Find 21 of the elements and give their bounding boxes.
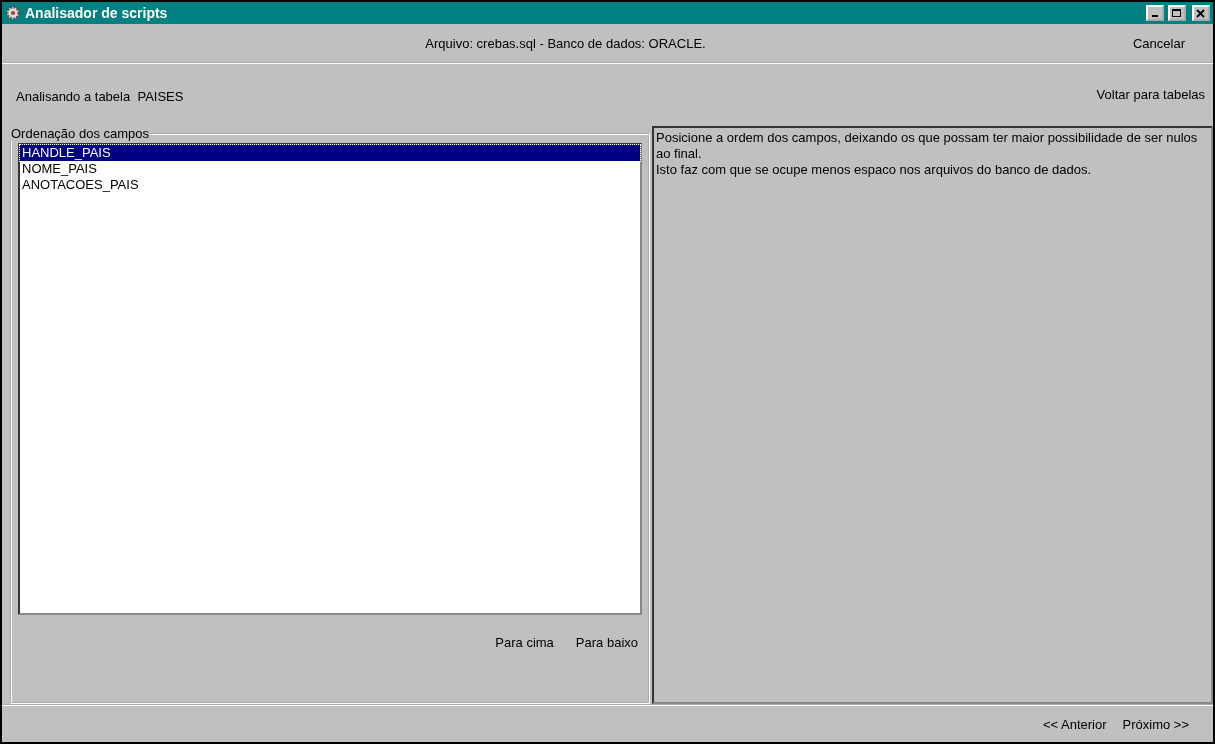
group-title: Ordenação dos campos <box>10 126 151 141</box>
status-text: Analisando a tabela PAISES <box>16 89 184 104</box>
move-link[interactable]: Para cima <box>491 633 558 652</box>
close-button[interactable] <box>1192 5 1210 21</box>
hint-text: Posicione a ordem dos campos, deixando os que possam ter maior possibilidade de ser nulos ao final. Isto faz com que se ocupe menos espaco nos arquivos do banco de dados. <box>652 126 1213 704</box>
maximize-icon <box>1172 8 1182 18</box>
list-item[interactable]: ANOTACOES_PAIS <box>20 177 640 193</box>
gear-icon <box>5 5 21 21</box>
back-link[interactable]: Voltar para tabelas <box>1092 85 1209 104</box>
close-icon <box>1196 8 1206 18</box>
window-title: Analisador de scripts <box>25 5 169 21</box>
next-link[interactable]: Próximo >> <box>1118 714 1193 734</box>
list-item[interactable]: HANDLE_PAIS <box>20 145 640 161</box>
minimize-button[interactable] <box>1146 5 1164 21</box>
minimize-icon <box>1152 15 1158 17</box>
move-link[interactable]: Para baixo <box>571 633 642 652</box>
maximize-button[interactable] <box>1168 5 1186 21</box>
cancel-link[interactable]: Cancelar <box>1128 33 1189 53</box>
file-info: Arquivo: crebas.sql - Banco de dados: ORACLE. <box>424 35 707 51</box>
list-item[interactable]: NOME_PAIS <box>20 161 640 177</box>
previous-link[interactable]: << Anterior <box>1038 714 1111 734</box>
